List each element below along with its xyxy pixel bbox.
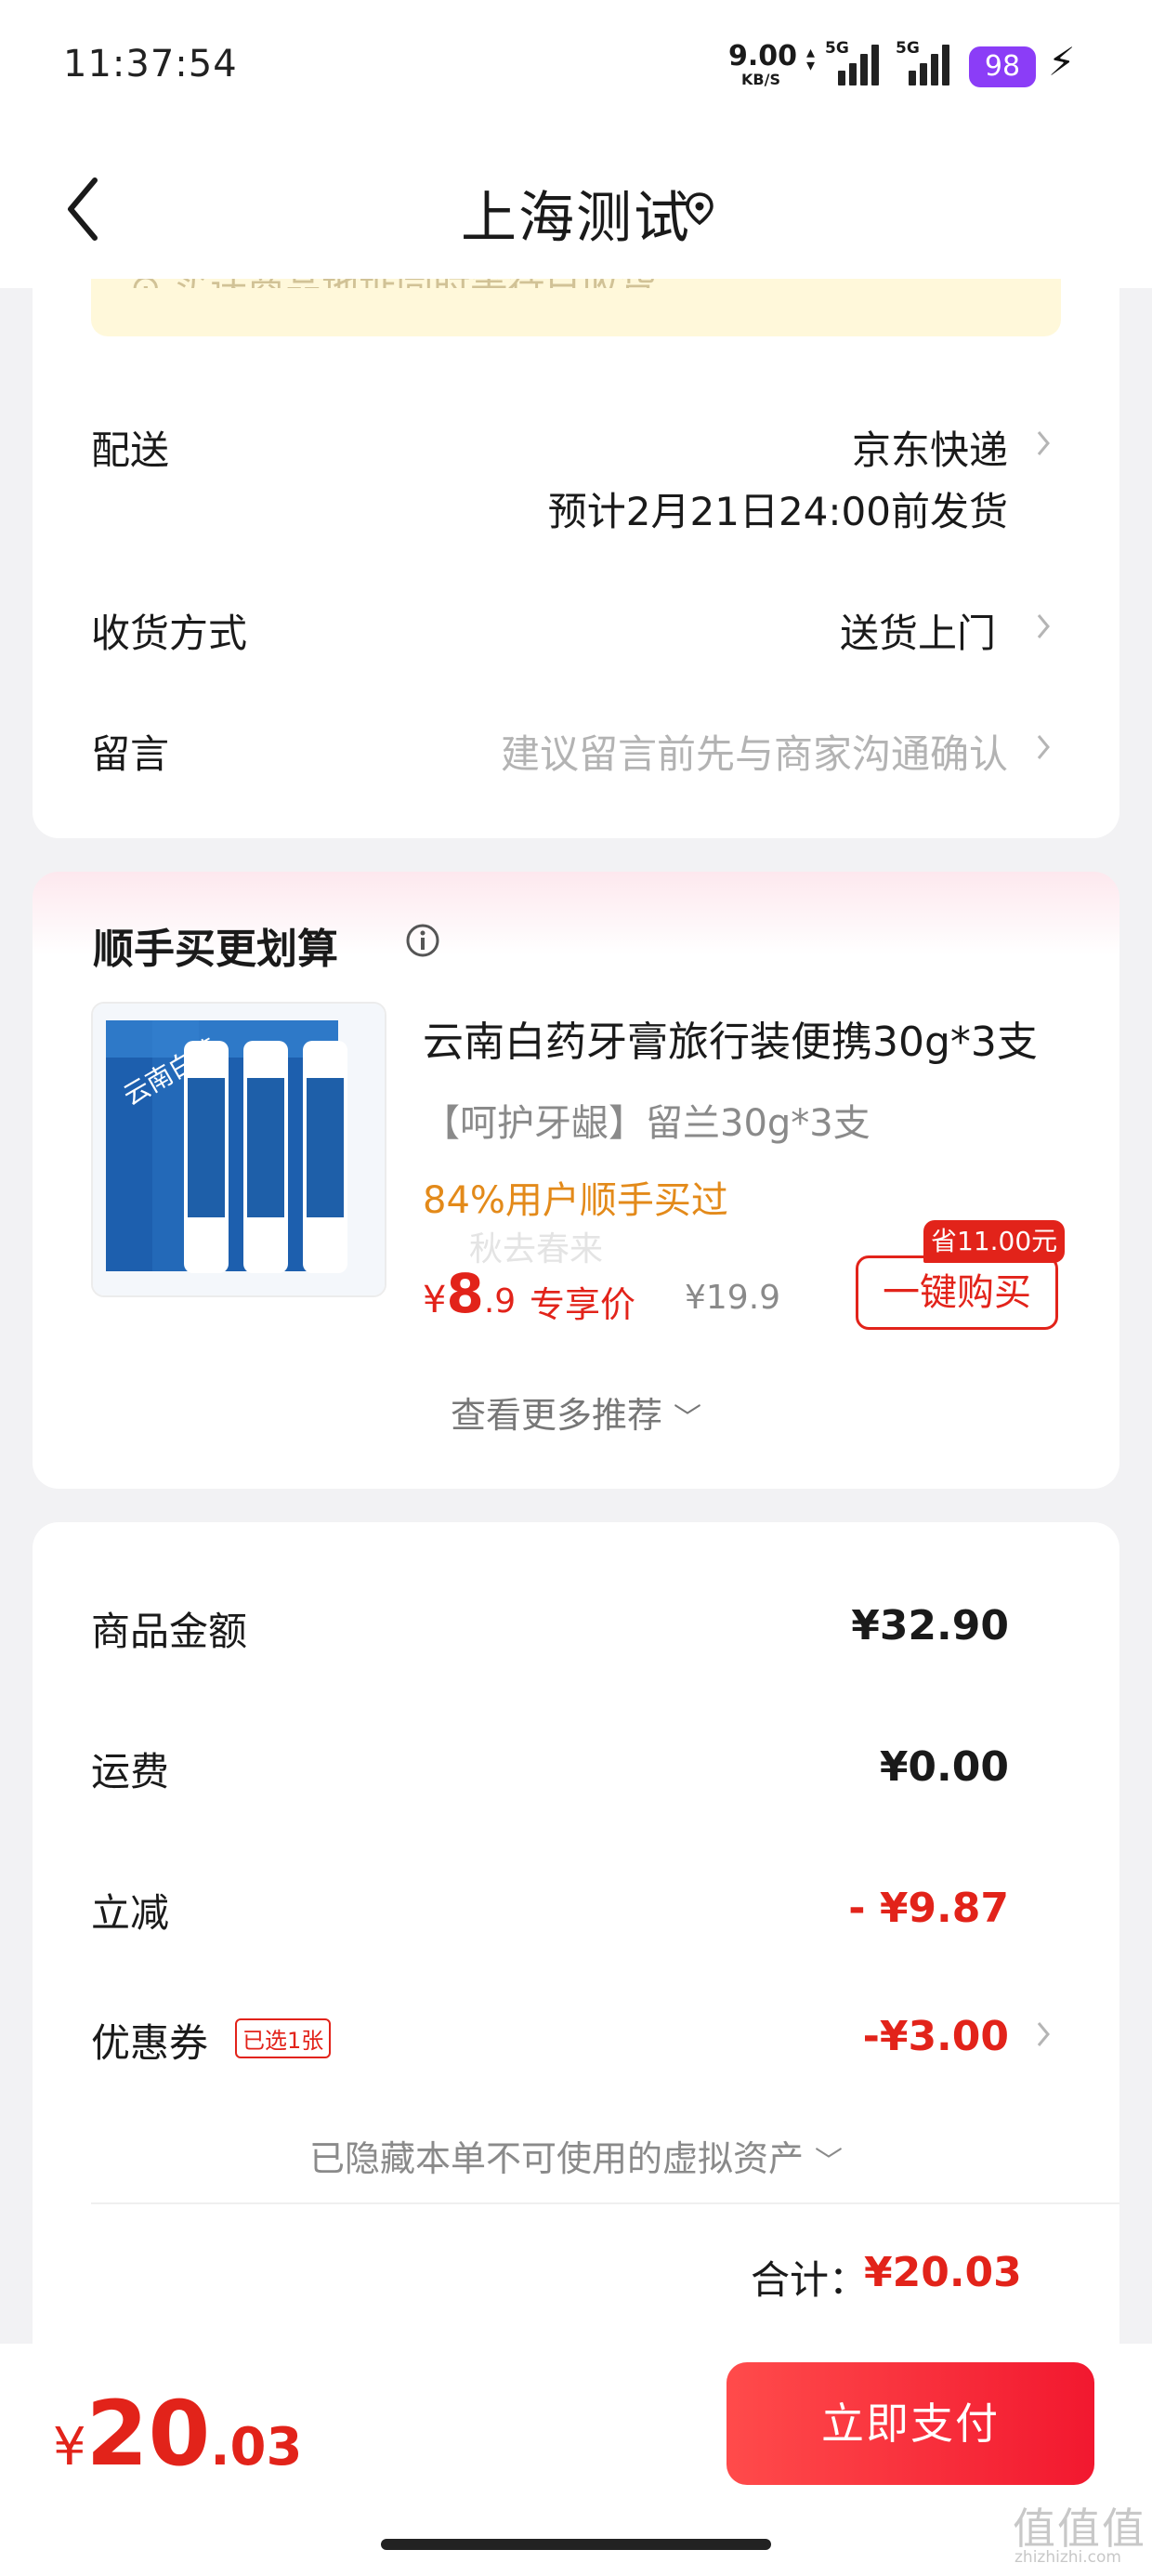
product-price: ¥8.9 (423, 1262, 516, 1325)
chevron-right-icon[interactable] (1036, 429, 1051, 457)
chevron-down-icon: ﹀ (674, 1402, 702, 1435)
chevron-down-icon: ﹀ (815, 2146, 844, 2178)
checkout-int: 20 (85, 2382, 211, 2486)
hidden-assets-label: 已隐藏本单不可使用的虚拟资产 (308, 2138, 804, 2179)
battery-indicator: 98 (969, 46, 1036, 87)
data-arrows-icon: ▴ ▾ (806, 43, 816, 75)
coupon-label: 优惠券 (91, 2020, 209, 2066)
charging-bolt-icon: ⚡ (1048, 39, 1076, 85)
note-label: 留言 (91, 731, 170, 777)
signal-icon-sim1: 5G (825, 39, 879, 85)
instant-discount-value: - ¥9.87 (848, 1885, 1009, 1932)
save-badge: 省11.00元 (923, 1220, 1066, 1263)
more-recommendations-label: 查看更多推荐 (450, 1395, 662, 1436)
status-time: 11:37:54 (63, 43, 238, 85)
shipping-label: 配送 (91, 427, 170, 473)
net-speed-unit: KB/S (741, 71, 780, 88)
goods-amount-label: 商品金额 (91, 1609, 248, 1654)
pay-now-button[interactable]: 立即支付 (727, 2362, 1094, 2485)
checkout-dec: .03 (210, 2417, 303, 2477)
checkout-total: ¥20.03 (53, 2382, 302, 2486)
goods-amount-value: ¥32.90 (851, 1602, 1009, 1649)
toothpaste-image: 云南白药 (93, 1004, 385, 1295)
hidden-assets-toggle[interactable]: 已隐藏本单不可使用的虚拟资产 ﹀ (0, 2130, 1152, 2181)
site-watermark-url: zhizhizhi.com (1015, 2548, 1121, 2567)
price-int: 8 (446, 1262, 484, 1325)
product-name[interactable]: 云南白药牙膏旅行装便携30g*3支 (423, 1008, 1054, 1068)
net-speed-value: 9.00 (728, 40, 798, 72)
coupon-selected-badge: 已选1张 (235, 2018, 332, 2058)
address-notice-bg (91, 288, 1061, 336)
original-price: ¥19.9 (685, 1279, 781, 1317)
checkout-symbol: ¥ (53, 2417, 86, 2477)
sim1-label: 5G (825, 39, 849, 58)
freight-label: 运费 (91, 1749, 170, 1794)
one-click-buy-button[interactable]: 一键购买 (856, 1255, 1058, 1330)
product-thumbnail[interactable]: 云南白药 (91, 1002, 386, 1297)
receive-method-label: 收货方式 (91, 611, 248, 656)
chevron-right-icon[interactable] (1036, 2020, 1051, 2048)
chevron-right-icon[interactable] (1036, 733, 1051, 761)
addon-title: 顺手买更划算 (93, 926, 338, 973)
note-input[interactable]: 建议留言前先与商家沟通确认 (390, 723, 1008, 780)
location-pin-icon[interactable] (683, 191, 716, 225)
shipping-eta: 预计2月21日24:00前发货 (547, 489, 1008, 534)
more-recommendations[interactable]: 查看更多推荐 ﹀ (0, 1387, 1152, 1438)
price-symbol: ¥ (423, 1279, 447, 1321)
signal-icon-sim2: 5G (896, 39, 951, 85)
total-value: ¥20.03 (864, 2249, 1022, 2296)
page-title[interactable]: 上海测试 (0, 173, 1152, 254)
product-spec[interactable]: 【呵护牙龈】留兰30g*3支 (423, 1093, 871, 1147)
net-speed: 9.00 KB/S (728, 43, 797, 88)
coupon-value[interactable]: -¥3.00 (706, 2013, 1009, 2060)
shipping-method[interactable]: 京东快递 (557, 419, 1008, 476)
instant-discount-label: 立减 (91, 1890, 170, 1936)
info-icon[interactable] (404, 922, 441, 959)
home-indicator[interactable] (381, 2539, 771, 2550)
price-dec: .9 (483, 1282, 517, 1321)
total-label: 合计： (751, 2257, 869, 2303)
exclusive-price-tag: 专享价 (530, 1284, 636, 1325)
divider (91, 2202, 1119, 2204)
product-tip: 84%用户顺手买过 (423, 1179, 728, 1222)
freight-value: ¥0.00 (879, 1743, 1009, 1791)
receive-method-value[interactable]: 送货上门 (650, 602, 996, 659)
sim2-label: 5G (896, 39, 920, 58)
chevron-right-icon[interactable] (1036, 612, 1051, 640)
